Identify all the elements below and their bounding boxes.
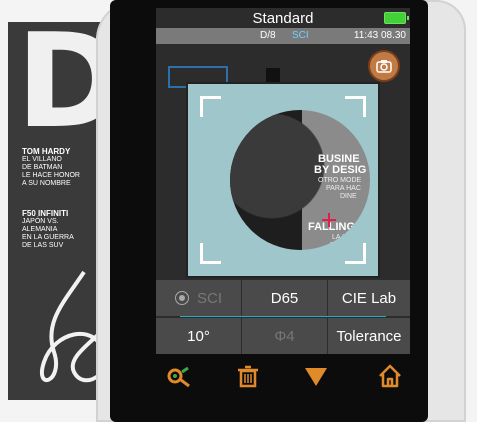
time-label: 11:43 08.30 xyxy=(353,30,406,41)
bottom-toolbar xyxy=(156,354,410,400)
target-icon xyxy=(174,291,189,305)
crosshair-icon xyxy=(322,213,336,227)
setting-illuminant[interactable]: D65 xyxy=(242,280,328,316)
trash-icon[interactable] xyxy=(234,362,262,390)
preview-heading-1b: BY DESIG xyxy=(314,164,367,176)
aperture-view: BUSINE BY DESIG OTRO MODE PARA HAC DINE … xyxy=(230,110,370,250)
setting-tolerance[interactable]: Tolerance xyxy=(328,318,410,354)
geometry-label: D/8 xyxy=(260,30,276,41)
camera-preview[interactable]: BUSINE BY DESIG OTRO MODE PARA HAC DINE … xyxy=(186,82,380,278)
battery-icon xyxy=(384,12,409,24)
device-screen: Standard D/8 SCI 11:43 08.30 BUSINE BY D… xyxy=(156,8,410,354)
down-arrow-icon[interactable] xyxy=(302,362,330,390)
frame-corner-bottom-left xyxy=(200,243,221,264)
settings-grid: SCI D65 CIE Lab 10° Φ4 Tolerance xyxy=(156,280,410,354)
preview-sub-2: PARA HAC xyxy=(326,185,361,192)
magazine-story-2: F50 INFINITI JAPÓN VS. ALEMANIA EN LA GU… xyxy=(22,209,74,250)
screen-title: Standard xyxy=(252,10,314,27)
preview-sub-4: LA IN xyxy=(332,234,350,241)
info-bar: D/8 SCI 11:43 08.30 xyxy=(156,28,410,44)
camera-button[interactable] xyxy=(368,50,400,82)
frame-corner-top-left xyxy=(200,96,221,117)
indicator-square xyxy=(266,68,280,82)
camera-icon xyxy=(376,60,392,73)
preview-sub-5: DE xyxy=(330,242,340,249)
preview-sub-1: OTRO MODE xyxy=(318,177,362,184)
setting-aperture[interactable]: Φ4 xyxy=(242,318,328,354)
home-icon[interactable] xyxy=(376,362,404,390)
preview-sub-3: DINE xyxy=(340,193,357,200)
setting-observer[interactable]: 10° xyxy=(156,318,242,354)
preview-heading-2: FALLING S xyxy=(308,221,366,233)
setting-color-space[interactable]: CIE Lab xyxy=(328,280,410,316)
color-picker-icon[interactable] xyxy=(164,362,192,390)
mode-label: SCI xyxy=(292,30,309,41)
magazine-story-1: TOM HARDY EL VILLANO DE BATMAN LE HACE H… xyxy=(22,147,80,188)
setting-sci[interactable]: SCI xyxy=(156,280,242,316)
